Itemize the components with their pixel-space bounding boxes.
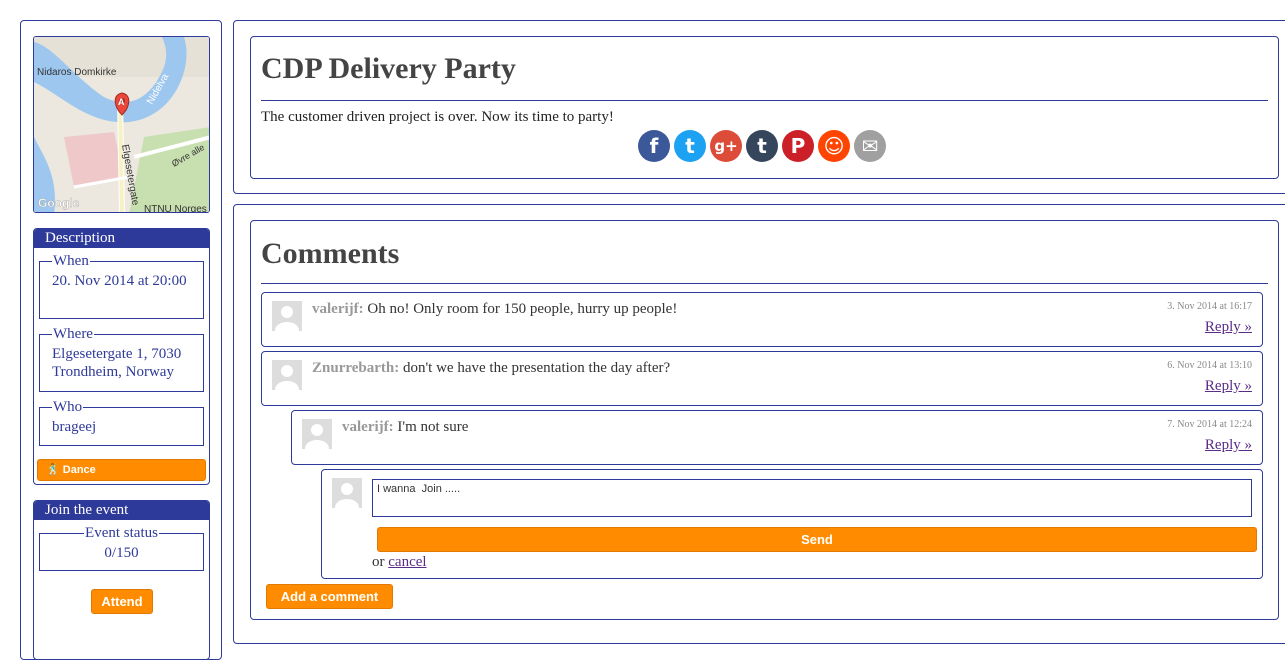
comments-card: Comments valerijf: Oh no! Only room for … [250,220,1279,620]
who-value: brageej [52,419,97,435]
event-description: The customer driven project is over. Now… [261,109,614,125]
email-icon[interactable]: ✉ [854,130,886,162]
join-panel: Join the event Event status 0/150 Attend [33,500,210,660]
map-logo: Google [38,196,80,210]
twitter-icon[interactable]: t [674,130,706,162]
where-value: Elgesetergate 1, 7030 Trondheim, Norway [52,346,182,380]
add-comment-button[interactable]: Add a comment [266,584,393,609]
map-marker-letter: A [118,97,125,107]
title-divider [261,100,1268,101]
comment-time: 6. Nov 2014 at 13:10 [1167,360,1252,371]
send-button[interactable]: Send [377,527,1257,552]
comment-item: valerijf: Oh no! Only room for 150 peopl… [261,292,1263,347]
map-label-ntnu: NTNU Norges [144,204,207,213]
comment-time: 3. Nov 2014 at 16:17 [1167,301,1252,312]
comments-title: Comments [261,237,400,270]
comment-body: don't we have the presentation the day a… [402,360,671,376]
tumblr-icon[interactable]: t [746,130,778,162]
description-header: Description [34,229,209,248]
comment-body: I'm not sure [397,419,469,435]
event-sidebar: Nidaros Domkirke Nidelva Elgesetergate Ø… [20,20,222,660]
map-label-cathedral: Nidaros Domkirke [37,67,117,78]
comment-item: valerijf: I'm not sure 7. Nov 2014 at 12… [291,410,1263,465]
reply-link[interactable]: Reply » [1205,437,1252,454]
comment-text: valerijf: I'm not sure [342,419,468,436]
comment-text: Znurrebarth: don't we have the presentat… [312,360,670,377]
comment-author[interactable]: valerijf: [342,419,394,435]
cancel-link[interactable]: cancel [388,554,426,570]
comment-author[interactable]: Znurrebarth: [312,360,399,376]
map-graphic: Nidaros Domkirke Nidelva Elgesetergate Ø… [34,37,209,213]
event-status-fieldset: Event status 0/150 [39,525,204,571]
event-status-legend: Event status [85,525,158,541]
reply-form: I wanna Join ..... Send or cancel [321,469,1263,579]
dance-tag-button[interactable]: 🕺 Dance [37,459,206,481]
who-fieldset: Who brageej [39,399,204,446]
reddit-icon[interactable]: ☺ [818,130,850,162]
comment-author[interactable]: valerijf: [312,301,364,317]
avatar [302,419,332,449]
cancel-line: or cancel [372,554,427,571]
google-plus-icon[interactable]: g+ [710,130,742,162]
who-legend: Who [53,399,83,415]
attend-button[interactable]: Attend [91,589,153,614]
event-card: CDP Delivery Party The customer driven p… [250,36,1279,179]
dancer-icon: 🕺 [46,464,60,476]
comment-time: 7. Nov 2014 at 12:24 [1167,419,1252,430]
dance-tag-label: Dance [62,464,96,476]
comment-body: Oh no! Only room for 150 people, hurry u… [367,301,678,317]
comments-divider [261,283,1268,284]
comments-container: Comments valerijf: Oh no! Only room for … [233,204,1285,644]
when-legend: When [53,253,89,269]
event-title: CDP Delivery Party [261,52,516,85]
event-container: CDP Delivery Party The customer driven p… [233,20,1285,194]
when-fieldset: When 20. Nov 2014 at 20:00 [39,253,204,319]
pinterest-icon[interactable]: P [782,130,814,162]
reply-textarea[interactable]: I wanna Join ..... [372,479,1252,517]
facebook-icon[interactable]: f [638,130,670,162]
where-legend: Where [53,326,93,342]
when-value: 20. Nov 2014 at 20:00 [52,273,187,289]
where-fieldset: Where Elgesetergate 1, 7030 Trondheim, N… [39,326,204,392]
comment-item: Znurrebarth: don't we have the presentat… [261,351,1263,406]
or-text: or [372,554,385,570]
description-panel: Description When 20. Nov 2014 at 20:00 W… [33,228,210,485]
join-header: Join the event [34,501,209,520]
comment-text: valerijf: Oh no! Only room for 150 peopl… [312,301,677,318]
location-map[interactable]: Nidaros Domkirke Nidelva Elgesetergate Ø… [33,36,210,213]
event-status-value: 0/150 [104,545,139,561]
avatar [272,360,302,390]
reply-link[interactable]: Reply » [1205,378,1252,395]
avatar [332,478,362,508]
avatar [272,301,302,331]
reply-link[interactable]: Reply » [1205,319,1252,336]
